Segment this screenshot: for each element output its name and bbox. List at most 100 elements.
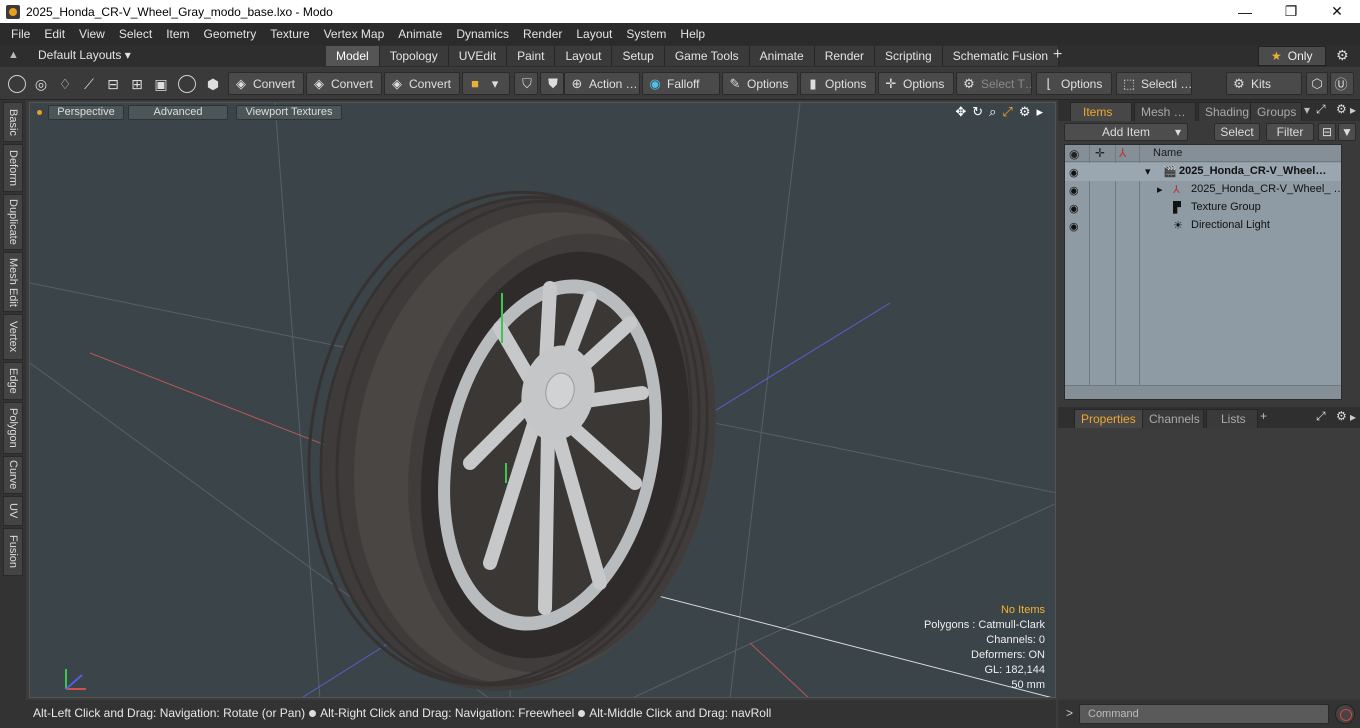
select-through-button[interactable]: ⚙ Select T…: [956, 72, 1032, 95]
zoom-icon[interactable]: ⌕: [989, 104, 996, 120]
perspective-dropdown[interactable]: Perspective: [48, 105, 124, 120]
panel-gear-icon[interactable]: ⚙: [1336, 102, 1347, 116]
menu-animate[interactable]: Animate: [391, 23, 449, 45]
tab-game-tools[interactable]: Game Tools: [664, 46, 750, 66]
funnel-icon[interactable]: ▼: [1338, 123, 1356, 141]
menu-geometry[interactable]: Geometry: [197, 23, 264, 45]
snap-button[interactable]: ⛊: [540, 72, 564, 95]
expand-panel-icon[interactable]: ⤢: [1316, 102, 1326, 117]
tab-channels[interactable]: Channels: [1142, 409, 1204, 428]
list-item-scene[interactable]: ◉ ▾ 🎬 2025_Honda_CR-V_Wheel…: [1065, 163, 1341, 181]
tab-basic[interactable]: Basic: [3, 102, 23, 142]
tab-scripting[interactable]: Scripting: [875, 46, 943, 66]
selection-sets-button[interactable]: ⬚ Selecti …: [1116, 72, 1192, 95]
shield-icon[interactable]: ⬢: [204, 75, 222, 93]
menu-render[interactable]: Render: [516, 23, 569, 45]
tab-vertex[interactable]: Vertex: [3, 314, 23, 360]
eye-icon[interactable]: ◉: [1069, 184, 1083, 197]
viewport-textures-dropdown[interactable]: Viewport Textures: [236, 105, 342, 120]
options-button-1[interactable]: ✎ Options: [722, 72, 798, 95]
unity-button[interactable]: ⬡: [1306, 72, 1328, 95]
tab-mesh[interactable]: Mesh …: [1134, 102, 1196, 121]
menu-vertex-map[interactable]: Vertex Map: [317, 23, 392, 45]
options-button-2[interactable]: ▮ Options: [800, 72, 876, 95]
menu-file[interactable]: File: [4, 23, 37, 45]
tab-edge[interactable]: Edge: [3, 362, 23, 400]
viewport-more-icon[interactable]: ▸: [1036, 104, 1043, 120]
panel-more-icon[interactable]: ▸: [1350, 410, 1356, 424]
edge-mode-icon[interactable]: ⊟: [104, 75, 122, 93]
expand-panel-icon[interactable]: ⤢: [1316, 409, 1326, 424]
tab-paint[interactable]: Paint: [507, 46, 556, 66]
kits-button[interactable]: ⚙ Kits: [1226, 72, 1302, 95]
add-item-button[interactable]: Add Item ▾: [1064, 123, 1188, 141]
add-tab-icon[interactable]: +: [1260, 409, 1267, 423]
menu-system[interactable]: System: [619, 23, 673, 45]
tab-duplicate[interactable]: Duplicate: [3, 194, 23, 250]
menu-item[interactable]: Item: [159, 23, 196, 45]
add-tab-icon[interactable]: +: [1053, 46, 1062, 64]
pen-icon[interactable]: ♢: [56, 75, 74, 93]
tab-uv[interactable]: UV: [3, 496, 23, 526]
select-button[interactable]: Select: [1214, 123, 1260, 141]
minimize-button[interactable]: —: [1222, 0, 1268, 23]
convert-button-1[interactable]: ◈ Convert: [228, 72, 304, 95]
tab-fusion[interactable]: Fusion: [3, 528, 23, 576]
tab-properties[interactable]: Properties: [1074, 409, 1152, 428]
maximize-button[interactable]: ❐: [1268, 0, 1314, 23]
expand-arrow-icon[interactable]: ▾: [1145, 165, 1151, 178]
menu-view[interactable]: View: [72, 23, 112, 45]
maximize-viewport-icon[interactable]: ⤢: [1002, 104, 1012, 120]
command-input[interactable]: Command: [1079, 704, 1329, 724]
falloff-button[interactable]: ◉ Falloff: [642, 72, 720, 95]
record-macro-button[interactable]: [1335, 704, 1355, 724]
only-toggle[interactable]: ★ Only: [1258, 46, 1326, 66]
tab-animate[interactable]: Animate: [749, 46, 815, 66]
tab-deform[interactable]: Deform: [3, 144, 23, 192]
gear-icon[interactable]: ⚙: [1336, 47, 1349, 64]
axis-column-icon[interactable]: ⅄: [1119, 146, 1126, 160]
layouts-toggle-icon[interactable]: ▲: [8, 49, 19, 61]
list-item-mesh[interactable]: ◉ ▸ ⅄ 2025_Honda_CR-V_Wheel_ …: [1065, 181, 1341, 199]
tab-schematic-fusion[interactable]: Schematic Fusion: [942, 46, 1060, 66]
action-center-button[interactable]: ⊕ Action …: [564, 72, 640, 95]
list-item-directional-light[interactable]: ◉ ☀ Directional Light: [1065, 217, 1341, 235]
tab-mesh-edit[interactable]: Mesh Edit: [3, 252, 23, 312]
menu-edit[interactable]: Edit: [37, 23, 72, 45]
tab-polygon[interactable]: Polygon: [3, 402, 23, 454]
close-button[interactable]: ✕: [1314, 0, 1360, 23]
tab-groups[interactable]: Groups: [1250, 102, 1302, 121]
eye-column-icon[interactable]: ◉: [1069, 147, 1079, 161]
tab-curve[interactable]: Curve: [3, 456, 23, 494]
eye-icon[interactable]: ◉: [1069, 202, 1083, 215]
options-button-3[interactable]: ✛ Options: [878, 72, 954, 95]
panel-more-icon[interactable]: ▸: [1350, 103, 1356, 117]
filter-button[interactable]: Filter: [1266, 123, 1314, 141]
eye-icon[interactable]: ◉: [1069, 220, 1083, 233]
panel-gear-icon[interactable]: ⚙: [1336, 409, 1347, 423]
unreal-button[interactable]: Ⓤ: [1330, 72, 1354, 95]
3d-viewport[interactable]: Perspective Advanced Viewport Textures ✥…: [29, 102, 1056, 698]
menu-layout[interactable]: Layout: [569, 23, 619, 45]
collapse-button[interactable]: ⊟: [1318, 123, 1336, 141]
list-item-texture-group[interactable]: ◉ ▛ Texture Group: [1065, 199, 1341, 217]
tab-model[interactable]: Model: [326, 46, 380, 66]
viewport-gear-icon[interactable]: ⚙: [1019, 104, 1031, 120]
eye-icon[interactable]: ◉: [1069, 166, 1083, 179]
material-mode-icon[interactable]: [178, 75, 196, 93]
tab-render[interactable]: Render: [814, 46, 876, 66]
expand-arrow-icon[interactable]: ▸: [1157, 183, 1163, 196]
tab-topology[interactable]: Topology: [379, 46, 449, 66]
horizontal-scrollbar[interactable]: [1065, 385, 1341, 399]
panel-dropdown-icon[interactable]: ▾: [1304, 103, 1310, 117]
brush-icon[interactable]: ⟋: [80, 75, 98, 93]
viewport-menu-dot[interactable]: [37, 110, 42, 115]
tab-shading[interactable]: Shading: [1198, 102, 1254, 121]
lock-column-icon[interactable]: ✛: [1095, 146, 1105, 160]
tab-items[interactable]: Items: [1070, 102, 1132, 121]
primitive-dropdown[interactable]: ■ ▾: [462, 72, 510, 95]
item-list[interactable]: ◉ ✛ ⅄ Name ◉ ▾ 🎬 2025_Honda_CR-V_Wheel… …: [1064, 144, 1342, 400]
vertex-mode-icon[interactable]: [8, 75, 26, 93]
tab-layout[interactable]: Layout: [555, 46, 613, 66]
tab-setup[interactable]: Setup: [612, 46, 665, 66]
